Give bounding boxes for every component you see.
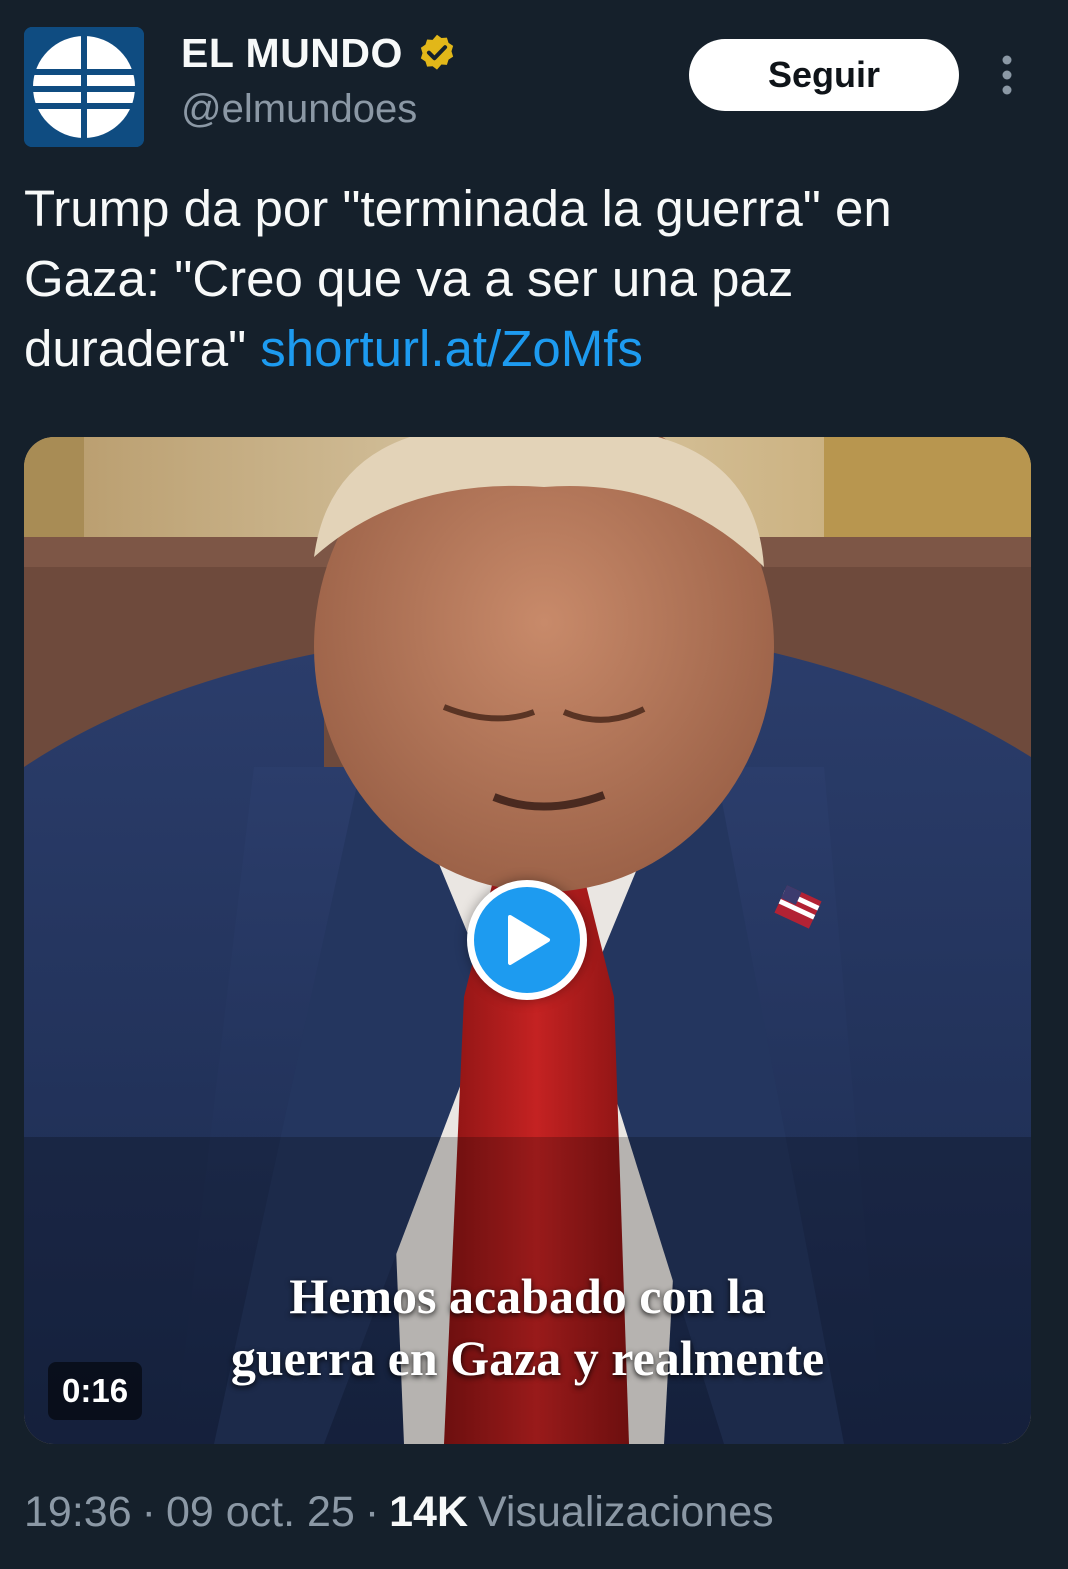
verified-badge-icon — [420, 34, 454, 70]
play-icon — [508, 915, 550, 965]
play-button[interactable] — [467, 880, 587, 1000]
account-name-row: EL MUNDO — [181, 30, 459, 77]
meta-separator: · — [141, 1488, 156, 1536]
el-mundo-logo — [24, 27, 144, 147]
follow-button[interactable]: Seguir — [689, 39, 959, 111]
caption-line-2: guerra en Gaza y realmente — [230, 1330, 825, 1386]
tweet-text: Trump da por "terminada la guerra" en Ga… — [24, 174, 1024, 384]
views-count: 14K — [389, 1488, 469, 1536]
account-handle[interactable]: @elmundoes — [181, 87, 417, 132]
video-duration: 0:16 — [48, 1362, 143, 1420]
tweet: EL MUNDO @elmundoes Seguir Trump da por … — [0, 0, 1068, 1569]
video-player[interactable]: Hemos acabado con la guerra en Gaza y re… — [24, 437, 1031, 1444]
tweet-link[interactable]: shorturl.at/ZoMfs — [260, 320, 643, 377]
more-vertical-icon — [1002, 55, 1012, 95]
avatar[interactable] — [24, 27, 144, 147]
tweet-meta: 19:36 · 09 oct. 25 · 14K Visualizaciones — [24, 1488, 774, 1537]
tweet-date[interactable]: 09 oct. 25 — [166, 1488, 355, 1537]
account-name[interactable]: EL MUNDO — [181, 30, 403, 77]
more-options-button[interactable] — [992, 52, 1022, 98]
video-caption: Hemos acabado con la guerra en Gaza y re… — [24, 1265, 1031, 1389]
views-label: Visualizaciones — [478, 1488, 774, 1536]
caption-line-1: Hemos acabado con la — [289, 1268, 766, 1324]
meta-separator: · — [364, 1488, 380, 1536]
tweet-time[interactable]: 19:36 — [24, 1488, 132, 1537]
